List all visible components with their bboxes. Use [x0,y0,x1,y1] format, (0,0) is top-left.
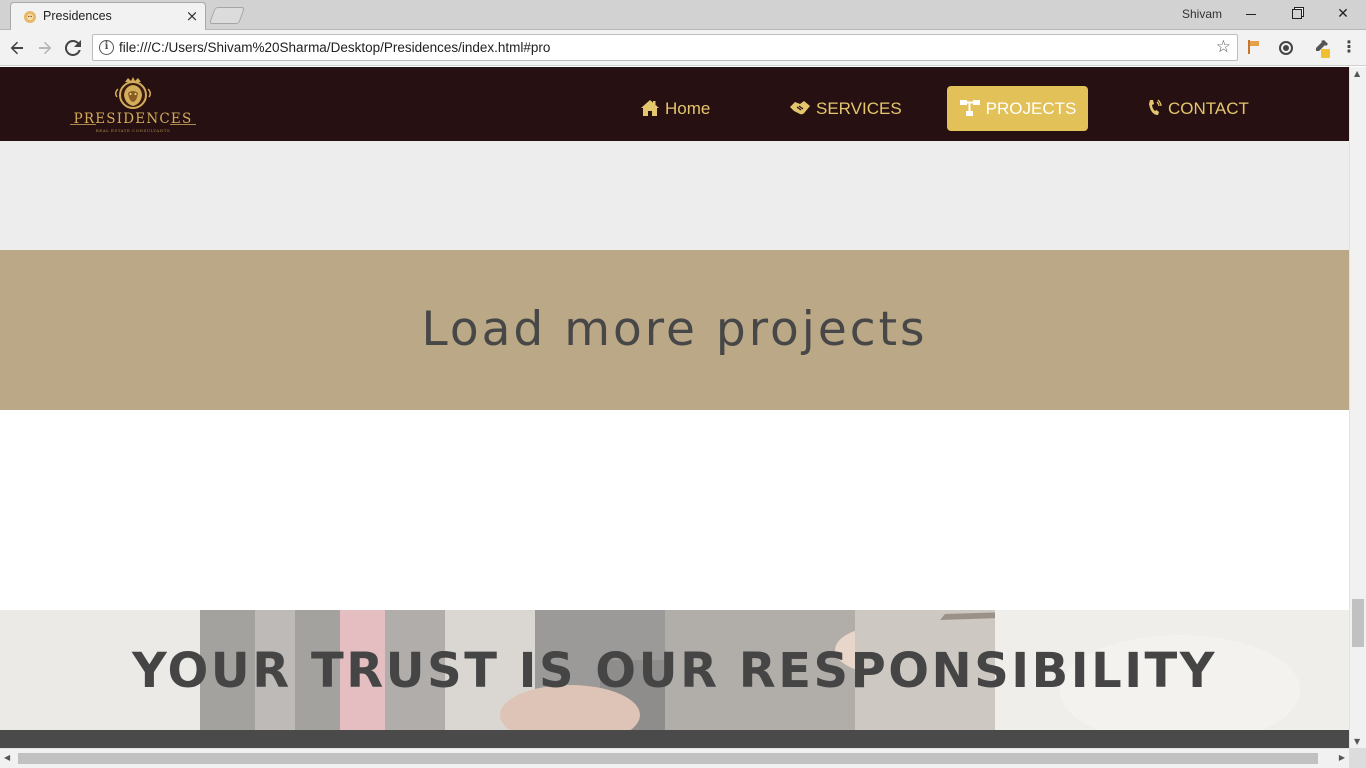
browser-tab-strip: Presidences × Shivam ✕ [0,0,1366,30]
scroll-right-icon[interactable]: ▶ [1339,753,1345,762]
profile-name[interactable]: Shivam [1182,7,1222,21]
horizontal-scroll-thumb[interactable] [18,753,1318,764]
nav-item-home[interactable]: Home [640,86,710,131]
spacer-section [0,410,1349,610]
vertical-scroll-thumb[interactable] [1352,599,1364,647]
new-tab-button[interactable] [208,7,246,24]
star-icon[interactable]: ☆ [1216,37,1231,57]
footer-top-strip [0,730,1349,748]
nav-item-home-label: Home [665,99,711,118]
load-more-projects-button[interactable]: Load more projects [0,250,1349,410]
handshake-icon [790,101,810,115]
page-viewport: PRESIDENCES REAL ESTATE CONSULTANTS Home… [0,67,1349,748]
logo-rule-right [170,124,196,125]
scroll-up-icon[interactable]: ▲ [1354,69,1360,78]
trust-banner: YOUR TRUST IS OUR RESPONSIBILITY [0,610,1349,730]
kebab-menu-icon[interactable]: ⋮ [1340,36,1358,58]
extension-flag-icon[interactable] [1245,36,1263,58]
window-minimize-button[interactable] [1228,0,1274,28]
back-button[interactable] [6,37,28,59]
scroll-down-icon[interactable]: ▼ [1354,737,1360,746]
address-bar[interactable]: i file:///C:/Users/Shivam%20Sharma/Deskt… [92,34,1238,61]
restore-icon [1292,9,1302,19]
nav-item-contact[interactable]: CONTACT [1147,86,1249,131]
projects-grid-bottom [0,141,1349,250]
phone-icon [1149,99,1162,115]
lion-favicon-icon [24,11,36,23]
horizontal-scrollbar[interactable]: ◀ ▶ [0,748,1349,768]
tab-close-icon[interactable]: × [183,7,201,25]
minimize-icon [1246,13,1256,15]
presidences-logo[interactable]: PRESIDENCES REAL ESTATE CONSULTANTS [64,77,202,133]
window-restore-button[interactable] [1274,0,1320,28]
nav-item-services[interactable]: SERVICES [789,86,902,131]
nav-item-services-label: SERVICES [816,99,902,118]
url-text[interactable]: file:///C:/Users/Shivam%20Sharma/Desktop… [119,40,550,55]
info-icon[interactable]: i [99,40,114,55]
home-icon [641,100,659,116]
logo-rule-left [70,124,96,125]
window-close-button[interactable]: ✕ [1320,0,1366,28]
load-more-section[interactable]: Load more projects [0,250,1349,410]
arrow-left-icon [10,41,23,55]
browser-toolbar: i file:///C:/Users/Shivam%20Sharma/Deskt… [0,30,1366,66]
trust-heading: YOUR TRUST IS OUR RESPONSIBILITY [131,643,1218,699]
browser-tab[interactable]: Presidences × [10,2,206,30]
vertical-scrollbar[interactable]: ▲ ▼ [1349,67,1366,748]
forward-button[interactable] [34,37,56,59]
arrow-right-icon [39,41,52,55]
nav-item-contact-label: CONTACT [1168,99,1249,118]
scroll-left-icon[interactable]: ◀ [4,753,10,762]
reload-icon [64,39,81,56]
nav-item-projects-label: PROJECTS [985,99,1077,118]
reload-button[interactable] [62,37,84,59]
scrollbar-corner [1349,748,1366,768]
sitemap-icon [959,100,980,116]
tab-title: Presidences [43,9,112,23]
logo-tagline: REAL ESTATE CONSULTANTS [95,128,171,133]
site-navbar: PRESIDENCES REAL ESTATE CONSULTANTS Home… [0,67,1349,141]
extension-eyedropper-icon[interactable] [1310,36,1332,58]
extension-record-icon[interactable] [1276,36,1296,58]
lion-crest-icon [114,77,152,109]
nav-item-projects[interactable]: PROJECTS [947,86,1088,131]
